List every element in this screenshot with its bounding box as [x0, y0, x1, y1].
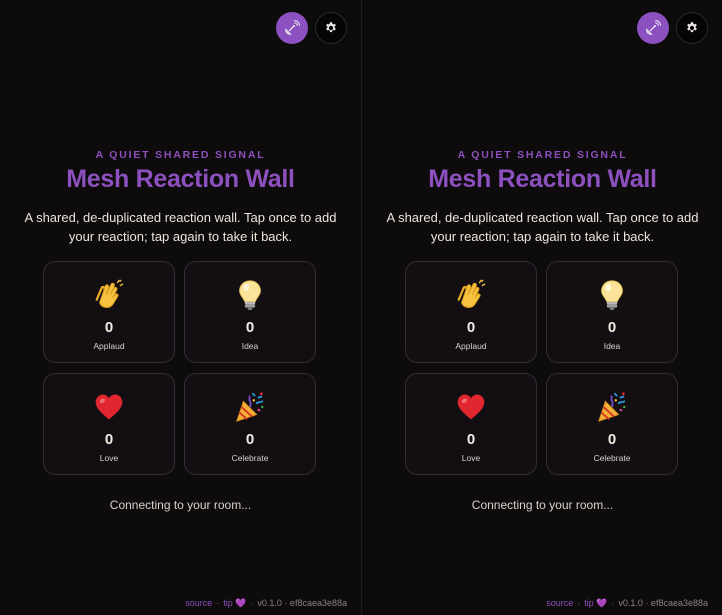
reaction-grid: 0 Applaud 0 Idea 0 Love 0 Celebrate [405, 261, 678, 475]
page-description: A shared, de-duplicated reaction wall. T… [386, 210, 699, 244]
light-bulb-icon [594, 277, 630, 313]
reaction-card-celebrate[interactable]: 0 Celebrate [184, 373, 316, 475]
eyebrow-text: A QUIET SHARED SIGNAL [457, 149, 628, 161]
satellite-dish-icon [285, 20, 300, 35]
light-bulb-icon [232, 277, 268, 313]
reaction-count: 0 [245, 431, 255, 448]
reaction-label: Applaud [455, 341, 487, 351]
reaction-count: 0 [607, 319, 617, 336]
page-title: Mesh Reaction Wall [66, 165, 295, 193]
footer-separator: · [577, 598, 581, 608]
reaction-count: 0 [466, 319, 476, 336]
reaction-card-celebrate[interactable]: 0 Celebrate [546, 373, 678, 475]
reaction-label: Love [461, 453, 481, 463]
settings-button[interactable] [676, 12, 708, 44]
footer-separator: · [250, 598, 254, 608]
reaction-label: Celebrate [231, 453, 269, 463]
heart-icon [91, 389, 127, 425]
reaction-card-applaud[interactable]: 0 Applaud [43, 261, 175, 363]
party-popper-icon [594, 389, 630, 425]
reaction-card-applaud[interactable]: 0 Applaud [405, 261, 537, 363]
heart-icon [453, 389, 489, 425]
tip-link[interactable]: tip 💜 [223, 598, 246, 609]
version-text: v0.1.0 · ef8caea3e88a [257, 598, 347, 608]
reaction-card-love[interactable]: 0 Love [405, 373, 537, 475]
reaction-label: Love [99, 453, 119, 463]
gear-icon [687, 22, 697, 33]
clapping-hands-icon [91, 277, 127, 313]
reaction-card-idea[interactable]: 0 Idea [546, 261, 678, 363]
broadcast-button[interactable] [276, 12, 308, 44]
app-pane: A QUIET SHARED SIGNAL Mesh Reaction Wall… [361, 0, 722, 615]
top-actions [637, 12, 708, 44]
reaction-grid: 0 Applaud 0 Idea 0 Love 0 Celebrate [43, 261, 316, 475]
connection-status: Connecting to your room... [471, 498, 614, 512]
reaction-count: 0 [104, 431, 114, 448]
connection-status: Connecting to your room... [109, 498, 252, 512]
party-popper-icon [232, 389, 268, 425]
footer: source · tip 💜 · v0.1.0 · ef8caea3e88a [546, 598, 708, 609]
page-description: A shared, de-duplicated reaction wall. T… [24, 210, 337, 244]
footer: source · tip 💜 · v0.1.0 · ef8caea3e88a [185, 598, 347, 609]
footer-separator: · [216, 598, 220, 608]
app-pane: A QUIET SHARED SIGNAL Mesh Reaction Wall… [0, 0, 361, 615]
reaction-count: 0 [466, 431, 476, 448]
page-header: A QUIET SHARED SIGNAL Mesh Reaction Wall… [0, 149, 361, 246]
footer-separator: · [611, 598, 615, 608]
broadcast-button[interactable] [637, 12, 669, 44]
tip-link[interactable]: tip 💜 [584, 598, 607, 609]
version-text: v0.1.0 · ef8caea3e88a [618, 598, 708, 608]
reaction-count: 0 [104, 319, 114, 336]
settings-button[interactable] [315, 12, 347, 44]
eyebrow-text: A QUIET SHARED SIGNAL [95, 149, 266, 161]
source-link[interactable]: source [185, 598, 212, 609]
top-actions [276, 12, 347, 44]
reaction-card-love[interactable]: 0 Love [43, 373, 175, 475]
page-title: Mesh Reaction Wall [428, 165, 657, 193]
clapping-hands-icon [453, 277, 489, 313]
reaction-count: 0 [245, 319, 255, 336]
reaction-label: Applaud [93, 341, 125, 351]
satellite-dish-icon [646, 20, 661, 35]
reaction-label: Celebrate [593, 453, 631, 463]
reaction-count: 0 [607, 431, 617, 448]
reaction-card-idea[interactable]: 0 Idea [184, 261, 316, 363]
page-header: A QUIET SHARED SIGNAL Mesh Reaction Wall… [362, 149, 722, 246]
reaction-label: Idea [603, 341, 621, 351]
gear-icon [326, 22, 336, 33]
source-link[interactable]: source [546, 598, 573, 609]
reaction-label: Idea [241, 341, 259, 351]
